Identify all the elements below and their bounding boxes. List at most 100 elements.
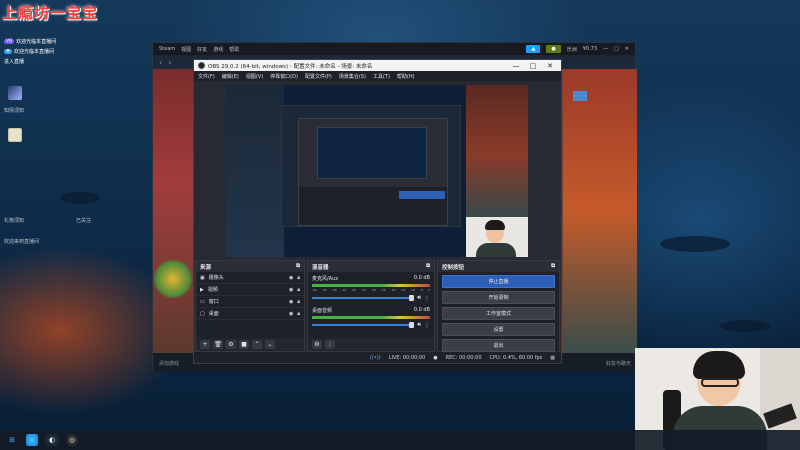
maximize-icon[interactable]: □ (526, 62, 540, 70)
chat-text: 欢迎光临本直播间 (14, 49, 55, 55)
search-box[interactable] (573, 91, 587, 101)
chat-message: ♦ 欢迎光临本直播间 (4, 48, 114, 55)
eye-icon[interactable]: ◉ (289, 287, 293, 293)
stream-preview[interactable] (226, 85, 528, 257)
studio-mode-button[interactable]: 工作室模式 (442, 307, 555, 320)
video-icon: ▶ (200, 286, 204, 293)
source-item[interactable]: ▢ 桌面 ◉ 🔒︎ (196, 308, 304, 320)
eye-icon[interactable]: ◉ (289, 299, 293, 305)
taskbar: ⊞ ◐ ◎ (0, 430, 800, 450)
mixer-panel: 混音器 ⧉ 麦克风/Aux 0.0 dB -60 -55 -50 -45 -40 -35-… (307, 260, 435, 352)
lock-icon[interactable]: 🔒︎ (297, 299, 300, 305)
track-name: 桌面音频 (312, 308, 333, 314)
more-icon[interactable]: ⋮ (424, 322, 430, 329)
meter-ticks: -60 -55 -50 -45 -40 -35 -30 -25 -20 -15 -10 -5 0 (312, 288, 430, 292)
volume-slider[interactable] (312, 295, 415, 301)
gear-icon[interactable]: ⚙ (226, 340, 236, 349)
steam-menu-item[interactable]: 好友 (197, 46, 207, 53)
stop-streaming-button[interactable]: 停止直播 (442, 275, 555, 288)
gear-icon[interactable]: ⚙ (312, 340, 322, 349)
undock-icon[interactable]: ⧉ (296, 263, 300, 270)
slider-handle[interactable] (409, 322, 415, 328)
lock-icon[interactable]: 🔒︎ (297, 311, 300, 317)
panel-title: 混音器 (312, 264, 329, 271)
forward-arrow-icon[interactable]: › (168, 58, 171, 67)
steam-menu-item[interactable]: 视图 (181, 46, 191, 53)
menu-edit[interactable]: 编辑(E) (222, 73, 239, 80)
menu-scene-collection[interactable]: 场景集合(S) (339, 73, 366, 80)
source-item[interactable]: ▣ 摄像头 ◉ 🔒︎ (196, 272, 304, 284)
fish-silhouette (660, 236, 730, 252)
edge-icon[interactable] (26, 434, 38, 446)
broadcast-button[interactable]: ▲ (526, 45, 541, 53)
bg-notice-2: 礼物须知 欢迎来到直播间 (4, 218, 40, 245)
menu-docks[interactable]: 停靠窗口(D) (270, 73, 298, 80)
monitor-icon: ▢ (200, 310, 205, 317)
stop-icon[interactable]: ■ (239, 340, 249, 349)
webcam-preview (466, 217, 528, 257)
resize-grip-icon[interactable]: ▦ (550, 355, 555, 361)
undock-icon[interactable]: ⧉ (426, 263, 430, 270)
bg-follow: 已关注 (76, 218, 92, 224)
chat-overlay: VB 欢迎光临本直播间 ♦ 欢迎光临本直播间 进入直播 (4, 38, 114, 68)
speaker-icon[interactable]: 🔊︎ (417, 321, 421, 329)
undock-icon[interactable]: ⧉ (551, 263, 555, 270)
add-game-button[interactable]: 添加游戏 (159, 360, 179, 367)
file-icon (8, 128, 22, 142)
steam-menu-item[interactable]: Steam (159, 46, 175, 52)
minimize-icon[interactable]: — (509, 62, 523, 70)
obs-window[interactable]: OBS 29.0.2 (64-bit, windows) - 配置文件: 未命名… (193, 59, 562, 364)
slider-handle[interactable] (409, 295, 415, 301)
eye-icon[interactable]: ◉ (289, 311, 293, 317)
obs-icon[interactable]: ◎ (66, 434, 78, 446)
speaker-icon[interactable]: 🔊︎ (417, 294, 421, 302)
eye-icon[interactable]: ◉ (289, 275, 293, 281)
volume-meter (312, 316, 430, 319)
source-item[interactable]: ▶ 视频 ◉ 🔒︎ (196, 284, 304, 296)
add-icon[interactable]: + (200, 340, 210, 349)
desktop-icon[interactable] (4, 128, 26, 143)
source-item[interactable]: ▭ 窗口 ◉ 🔒︎ (196, 296, 304, 308)
exit-button[interactable]: 退出 (442, 339, 555, 352)
lock-icon[interactable]: 🔒︎ (297, 287, 300, 293)
volume-slider[interactable] (312, 322, 415, 328)
menu-tools[interactable]: 工具(T) (373, 73, 390, 80)
streamer-title: 上瘾坊一宝宝 (2, 4, 99, 22)
back-arrow-icon[interactable]: ‹ (159, 58, 162, 67)
steam-menu-item[interactable]: 帮助 (229, 46, 239, 53)
menu-help[interactable]: 帮助(H) (397, 73, 415, 80)
chat-badge: VB (4, 39, 15, 44)
user-name[interactable]: 乐洲 (567, 46, 577, 53)
start-recording-button[interactable]: 开始录制 (442, 291, 555, 304)
controls-panel: 控制按钮 ⧉ 停止直播 开始录制 工作室模式 设置 退出 (437, 260, 560, 352)
close-icon[interactable]: ✕ (625, 46, 629, 52)
steam-menu-item[interactable]: 游戏 (213, 46, 223, 53)
maximize-icon[interactable]: □ (614, 46, 619, 52)
nested-obs (298, 118, 448, 226)
lock-icon[interactable]: 🔒︎ (297, 275, 300, 281)
more-icon[interactable]: ⋮ (424, 295, 430, 302)
chevron-down-icon[interactable]: ⌄ (265, 340, 275, 349)
menu-file[interactable]: 文件(F) (198, 73, 215, 80)
notification-button[interactable]: ● (546, 45, 561, 53)
obs-title-bar: OBS 29.0.2 (64-bit, windows) - 配置文件: 未命名… (194, 60, 561, 71)
sources-panel: 来源 ⧉ ▣ 摄像头 ◉ 🔒︎ ▶ 视频 ◉ 🔒︎ ▭ 窗口 ◉ 🔒︎ ▢ 桌面… (195, 260, 305, 352)
person-hair (693, 351, 745, 379)
bg-notice: 知情须知 (4, 108, 25, 114)
panel-title: 控制按钮 (442, 264, 465, 271)
windows-icon[interactable]: ⊞ (6, 434, 18, 446)
friends-chat-button[interactable]: 好友与聊天 (606, 360, 631, 367)
settings-button[interactable]: 设置 (442, 323, 555, 336)
cpu-fps: CPU: 0.4%, 60.00 fps (489, 354, 543, 361)
more-icon[interactable]: ⋮ (325, 340, 335, 349)
trash-icon[interactable]: 🗑︎ (213, 340, 223, 349)
desktop-icon[interactable] (4, 86, 26, 101)
obs-docks: 来源 ⧉ ▣ 摄像头 ◉ 🔒︎ ▶ 视频 ◉ 🔒︎ ▭ 窗口 ◉ 🔒︎ ▢ 桌面… (194, 260, 561, 352)
menu-profile[interactable]: 配置文件(P) (305, 73, 332, 80)
steam-icon[interactable]: ◐ (46, 434, 58, 446)
track-db: 0.0 dB (413, 275, 430, 281)
menu-view[interactable]: 视图(V) (246, 73, 263, 80)
chevron-up-icon[interactable]: ⌃ (252, 340, 262, 349)
minimize-icon[interactable]: — (603, 46, 608, 52)
close-icon[interactable]: ✕ (543, 62, 557, 70)
